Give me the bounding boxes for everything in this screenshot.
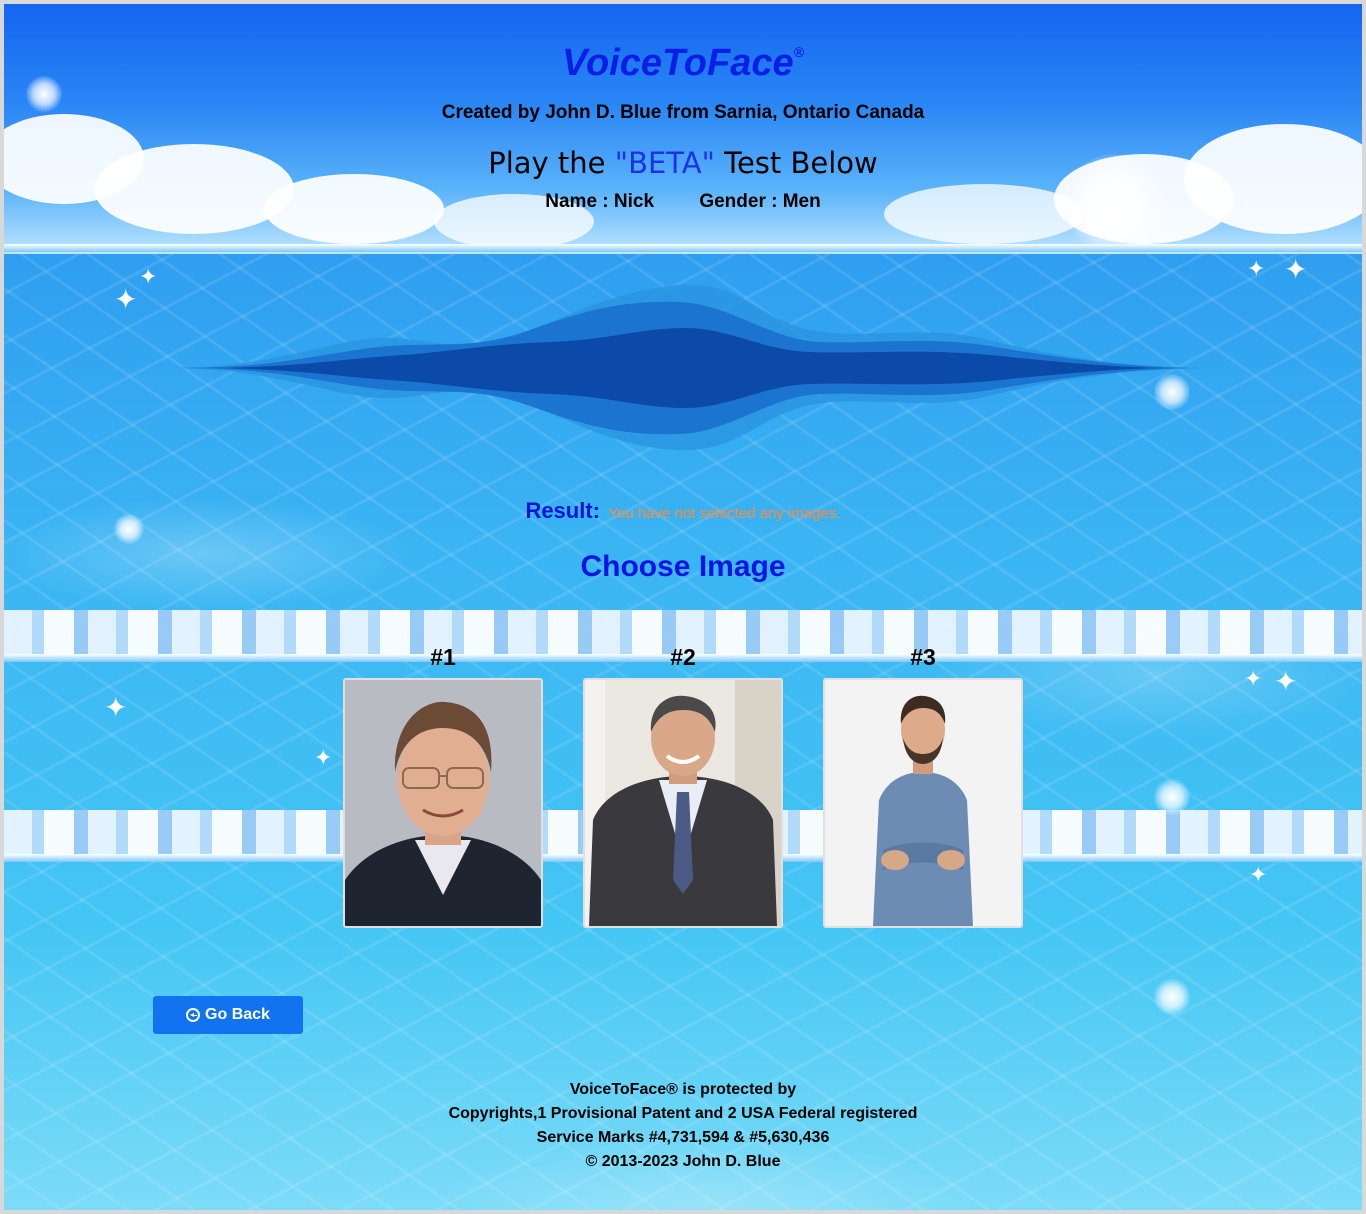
image-option-1: #1 <box>343 644 543 928</box>
voice-waveform <box>160 284 1210 451</box>
user-info: Name : Nick Gender : Men <box>0 191 1366 213</box>
footer-line: VoiceToFace® is protected by <box>569 1081 797 1098</box>
face-image-1[interactable] <box>343 678 543 928</box>
result-line: Result: You have not selected any images… <box>0 498 1366 524</box>
footer-line: Service Marks #4,731,594 & #5,630,436 <box>536 1129 830 1146</box>
result-label: Result: <box>525 498 600 523</box>
footer: VoiceToFace® is protected by Copyrights,… <box>0 1078 1366 1174</box>
choose-image-heading: Choose Image <box>580 550 786 583</box>
footer-line: © 2013-2023 John D. Blue <box>585 1153 781 1170</box>
image-option-2: #2 <box>583 644 783 928</box>
play-prefix: Play the <box>488 146 606 180</box>
beta-label: "BETA" <box>614 146 715 180</box>
portrait-photo <box>345 680 541 926</box>
registered-mark: ® <box>793 44 804 61</box>
go-back-button[interactable]: Go Back <box>153 996 303 1034</box>
portrait-photo <box>585 680 781 926</box>
image-number: #2 <box>670 644 696 670</box>
result-message: You have not selected any images. <box>608 505 841 522</box>
portrait-photo <box>825 680 1021 926</box>
app-title-text: VoiceToFace <box>562 42 794 84</box>
name-label: Name : Nick <box>545 191 655 212</box>
image-number: #1 <box>430 644 456 670</box>
app-title: VoiceToFace® <box>0 42 1366 85</box>
arrow-circle-left-icon <box>186 1008 201 1022</box>
waveform-layer-dark <box>200 328 1170 408</box>
creator-line: Created by John D. Blue from Sarnia, Ont… <box>441 102 925 123</box>
image-number: #3 <box>910 644 936 670</box>
face-image-3[interactable] <box>823 678 1023 928</box>
page-content: VoiceToFace® Created by John D. Blue fro… <box>0 0 1366 1214</box>
gender-label: Gender : Men <box>699 191 821 212</box>
go-back-label: Go Back <box>205 1006 270 1023</box>
footer-line: Copyrights,1 Provisional Patent and 2 US… <box>448 1105 918 1122</box>
play-suffix: Test Below <box>724 146 878 180</box>
face-image-2[interactable] <box>583 678 783 928</box>
image-option-3: #3 <box>823 644 1023 928</box>
play-heading: Play the "BETA" Test Below <box>0 146 1366 180</box>
